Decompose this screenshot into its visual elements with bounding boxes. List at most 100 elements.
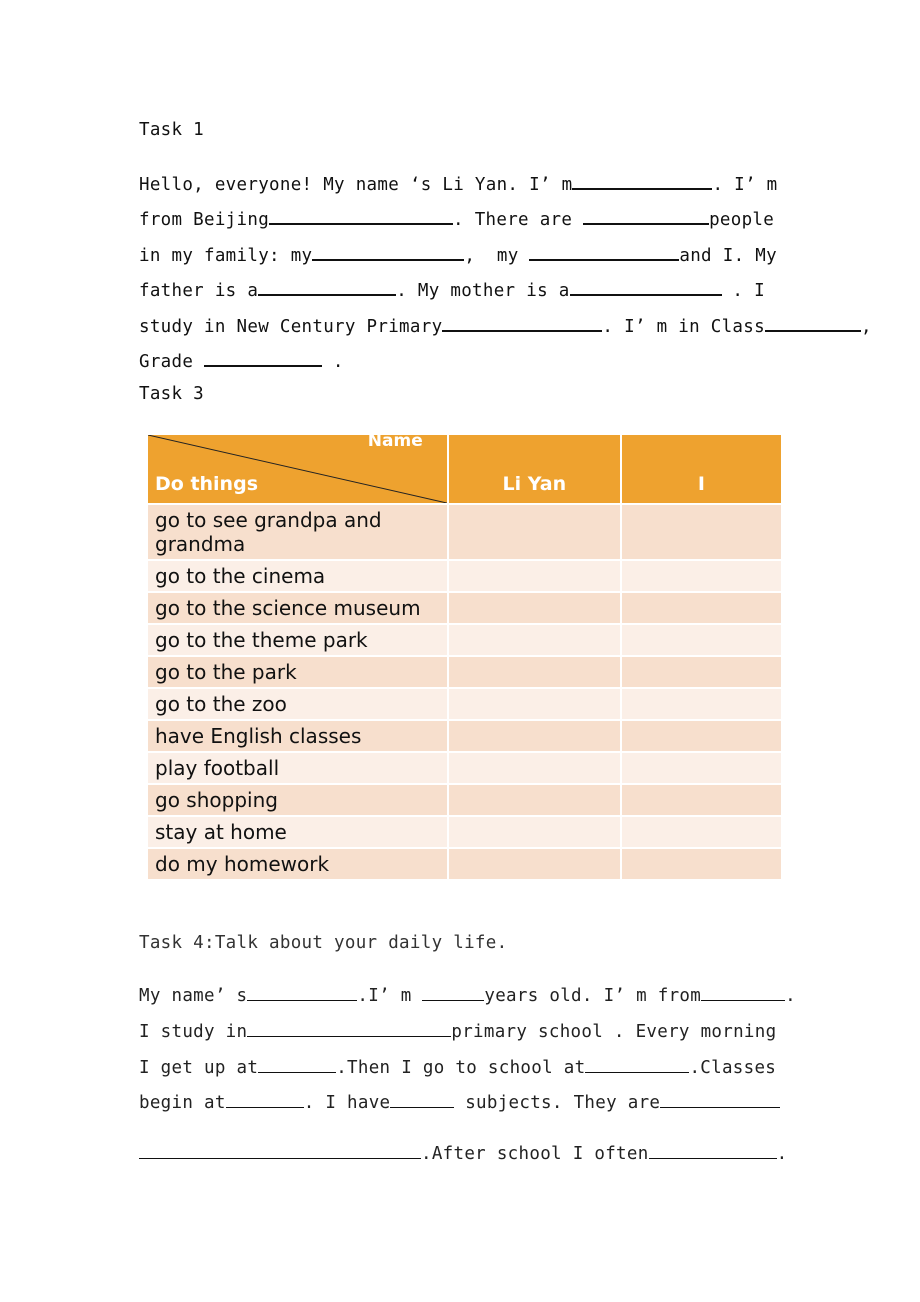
li-yan-cell[interactable] <box>446 687 622 721</box>
table-row: go to the science museum <box>146 591 784 625</box>
text: Hello, everyone! My name ‘s Li Yan. I’ m <box>139 175 573 195</box>
blank-school-name[interactable] <box>247 1020 452 1037</box>
i-cell[interactable] <box>619 687 784 721</box>
column-header-i: I <box>619 433 784 505</box>
activity-cell: have English classes <box>146 719 449 753</box>
li-yan-cell[interactable] <box>446 591 622 625</box>
blank-family-1[interactable] <box>312 243 465 261</box>
text: . There are <box>453 210 584 230</box>
table-row: do my homework <box>146 847 784 881</box>
activity-cell: go to the park <box>146 655 449 689</box>
li-yan-cell[interactable] <box>446 503 622 561</box>
task4-line-5: .After school I often. <box>139 1142 787 1164</box>
blank-from[interactable] <box>701 984 786 1001</box>
blank-grade[interactable] <box>204 349 323 367</box>
column-header-li-yan: Li Yan <box>446 433 622 505</box>
activity-cell: do my homework <box>146 847 449 881</box>
blank-age[interactable] <box>422 984 485 1001</box>
i-cell[interactable] <box>619 559 784 593</box>
li-yan-cell[interactable] <box>446 815 622 849</box>
text: My name’ s <box>139 986 248 1006</box>
li-yan-cell[interactable] <box>446 719 622 753</box>
blank-class[interactable] <box>764 314 861 332</box>
blank-age[interactable] <box>572 172 713 190</box>
i-cell[interactable] <box>619 623 784 657</box>
blank-get-up-time[interactable] <box>258 1056 337 1073</box>
text: . I’ m in Class <box>602 317 765 337</box>
text: I get up at <box>139 1058 259 1078</box>
blank-school[interactable] <box>442 314 603 332</box>
activity-cell: go to the theme park <box>146 623 449 657</box>
text: from Beijing <box>139 210 270 230</box>
task4-line-4: begin at . I have subjects. They are <box>139 1091 781 1113</box>
li-yan-cell[interactable] <box>446 847 622 881</box>
activity-table: Name Do things Li Yan I go to see grandp… <box>146 431 784 881</box>
activity-cell: go to see grandpa and grandma <box>146 503 449 561</box>
i-cell[interactable] <box>619 751 784 785</box>
text: . I <box>721 281 765 301</box>
activity-cell: go to the zoo <box>146 687 449 721</box>
header-name-label: Name <box>367 431 423 451</box>
blank-family-2[interactable] <box>529 243 680 261</box>
task1-line-5: study in New Century Primary . I’ m in Cl… <box>139 314 872 337</box>
li-yan-cell[interactable] <box>446 655 622 689</box>
activity-cell: play football <box>146 751 449 785</box>
blank-school-time[interactable] <box>585 1056 690 1073</box>
text: , my <box>464 246 530 266</box>
diagonal-header-cell: Name Do things <box>146 431 449 505</box>
i-cell[interactable] <box>619 783 784 817</box>
blank-city[interactable] <box>269 207 454 225</box>
activity-cell: stay at home <box>146 815 449 849</box>
blank-people-count[interactable] <box>583 207 710 225</box>
i-cell[interactable] <box>619 591 784 625</box>
text: .Classes <box>689 1058 777 1078</box>
task4-line-3: I get up at .Then I go to school at .Class… <box>139 1056 776 1078</box>
table-header-row: Name Do things Li Yan I <box>146 431 784 505</box>
activity-cell: go to the cinema <box>146 559 449 593</box>
i-cell[interactable] <box>619 655 784 689</box>
blank-subject-count[interactable] <box>390 1091 455 1108</box>
li-yan-cell[interactable] <box>446 623 622 657</box>
table-row: go shopping <box>146 783 784 817</box>
blank-class-time[interactable] <box>225 1091 304 1108</box>
table-row: go to the cinema <box>146 559 784 593</box>
text: and I. My <box>679 246 777 266</box>
li-yan-cell[interactable] <box>446 559 622 593</box>
text: . <box>776 1144 788 1164</box>
text: . I have <box>303 1093 391 1113</box>
text: father is a <box>139 281 259 301</box>
task4-line-1: My name’ s .I’ m years old. I’ m from. <box>139 984 796 1006</box>
header-do-things-label: Do things <box>155 473 258 495</box>
li-yan-cell[interactable] <box>446 751 622 785</box>
task1-line-4: father is a . My mother is a . I <box>139 278 765 301</box>
text: subjects. They are <box>454 1093 661 1113</box>
blank-name[interactable] <box>247 984 358 1001</box>
task4-line-2: I study in primary school . Every morning <box>139 1020 776 1042</box>
table-row: go to the theme park <box>146 623 784 657</box>
text: . <box>322 352 344 372</box>
i-cell[interactable] <box>619 719 784 753</box>
table-row: play football <box>146 751 784 785</box>
table-row: stay at home <box>146 815 784 849</box>
table-row: go to the park <box>146 655 784 689</box>
i-cell[interactable] <box>619 815 784 849</box>
task1-line-2: from Beijing . There are people <box>139 207 774 230</box>
text: people <box>709 210 775 230</box>
blank-after-school[interactable] <box>648 1142 777 1159</box>
blank-subjects-1[interactable] <box>660 1091 781 1108</box>
text: .After school I often <box>421 1144 649 1164</box>
blank-father-job[interactable] <box>258 278 397 296</box>
text: years old. I’ m from <box>484 986 702 1006</box>
text: Grade <box>139 352 205 372</box>
table-row: have English classes <box>146 719 784 753</box>
text: .I’ m <box>357 986 423 1006</box>
blank-mother-job[interactable] <box>569 278 722 296</box>
li-yan-cell[interactable] <box>446 783 622 817</box>
table-row: go to see grandpa and grandma <box>146 503 784 561</box>
text: primary school . Every morning <box>451 1022 777 1042</box>
i-cell[interactable] <box>619 847 784 881</box>
task1-title: Task 1 <box>139 120 205 140</box>
i-cell[interactable] <box>619 503 784 561</box>
blank-subjects-2[interactable] <box>139 1142 421 1159</box>
text: in my family: my <box>139 246 313 266</box>
